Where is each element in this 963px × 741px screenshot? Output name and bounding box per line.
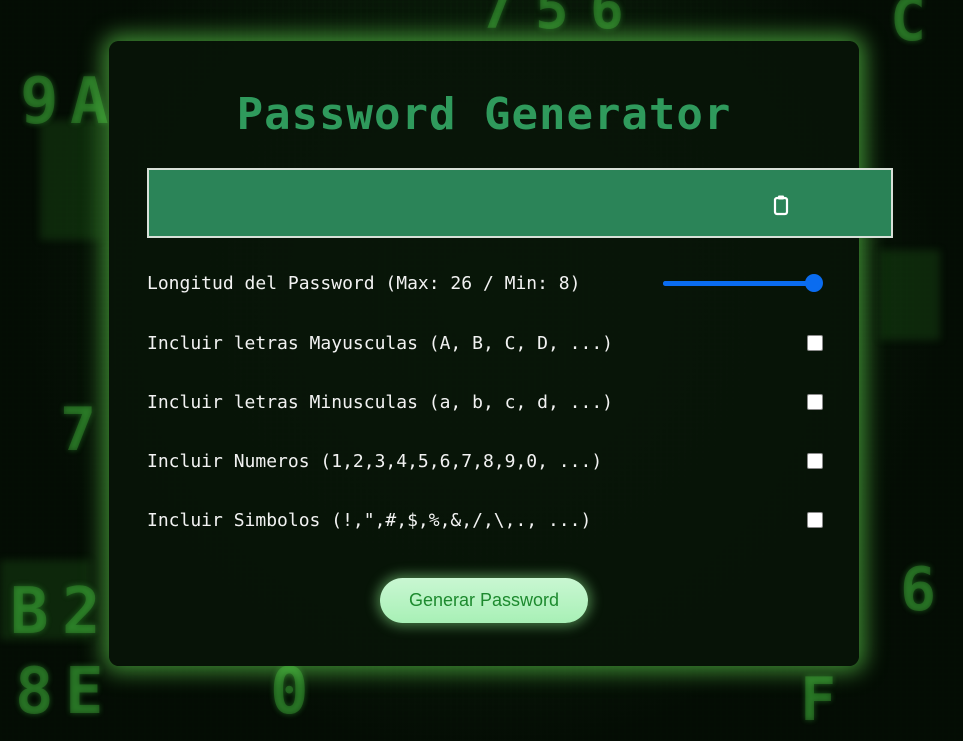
page-title: Password Generator: [236, 89, 732, 140]
background-block: [880, 250, 940, 340]
checkbox-symbols[interactable]: [807, 512, 823, 528]
length-row: Longitud del Password (Max: 26 / Min: 8): [147, 268, 823, 298]
copy-button[interactable]: [771, 194, 791, 216]
background-glyph: 2: [62, 575, 101, 649]
clipboard-icon: [773, 195, 789, 216]
background-glyph: B: [10, 575, 49, 649]
option-row-numbers: Incluir Numeros (1,2,3,4,5,6,7,8,9,0, ..…: [147, 446, 823, 476]
option-label-uppercase: Incluir letras Mayusculas (A, B, C, D, .…: [147, 332, 613, 354]
background-glyph: 8: [15, 655, 54, 729]
slider-fill: [663, 281, 814, 286]
background-glyph: C: [890, 0, 927, 55]
option-label-lowercase: Incluir letras Minusculas (a, b, c, d, .…: [147, 391, 613, 413]
generate-password-button[interactable]: Generar Password: [380, 578, 588, 623]
background-glyph: 6: [590, 0, 624, 42]
background-glyph: E: [65, 655, 104, 729]
option-label-numbers: Incluir Numeros (1,2,3,4,5,6,7,8,9,0, ..…: [147, 450, 603, 472]
checkbox-lowercase[interactable]: [807, 394, 823, 410]
background-glyph: A: [70, 65, 109, 139]
background-glyph: 7: [60, 395, 97, 465]
background-glyph: 0: [270, 655, 309, 729]
background-glyph: 7: [480, 0, 514, 42]
generate-password-button-label: Generar Password: [408, 590, 560, 610]
background-glyph: 6: [900, 555, 937, 625]
option-row-symbols: Incluir Simbolos (!,",#,$,%,&,/,\,., ...…: [147, 505, 823, 535]
length-slider[interactable]: [663, 273, 823, 293]
slider-thumb[interactable]: [805, 274, 823, 292]
option-row-lowercase: Incluir letras Minusculas (a, b, c, d, .…: [147, 387, 823, 417]
background-glyph: 9: [20, 65, 59, 139]
background-glyph: 5: [535, 0, 569, 42]
checkbox-uppercase[interactable]: [807, 335, 823, 351]
option-label-symbols: Incluir Simbolos (!,",#,$,%,&,/,\,., ...…: [147, 509, 592, 531]
option-row-uppercase: Incluir letras Mayusculas (A, B, C, D, .…: [147, 328, 823, 358]
background-glyph: F: [800, 665, 837, 735]
checkbox-numbers[interactable]: [807, 453, 823, 469]
password-generator-card: Password Generator Longitud del Password…: [109, 41, 893, 666]
length-label: Longitud del Password (Max: 26 / Min: 8): [147, 272, 581, 294]
